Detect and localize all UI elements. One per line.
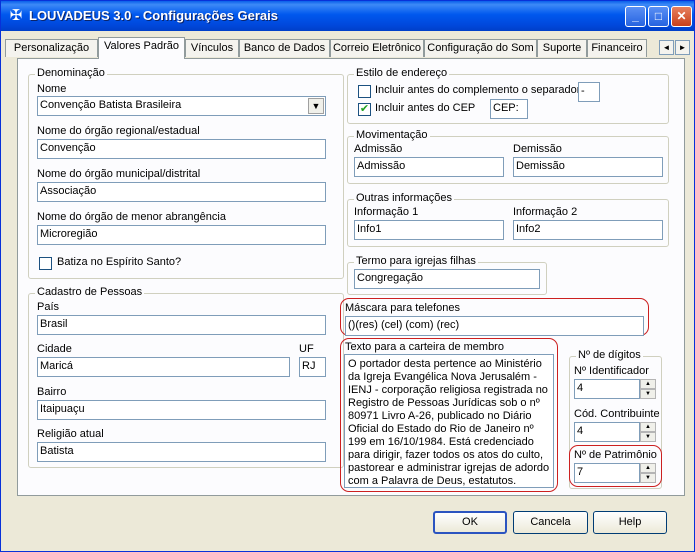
- title-bar[interactable]: ✠ LOUVADEUS 3.0 - Configurações Gerais _…: [1, 1, 694, 31]
- contribuinte-label: Cód. Contribuinte: [574, 408, 660, 420]
- municipal-label: Nome do órgão municipal/distrital: [37, 168, 201, 180]
- info1-label: Informação 1: [354, 206, 419, 218]
- tab-suporte[interactable]: Suporte: [537, 39, 587, 57]
- filhas-legend: Termo para igrejas filhas: [354, 255, 478, 267]
- tab-scroll-left-icon[interactable]: ◄: [659, 40, 674, 55]
- tab-financeiro[interactable]: Financeiro: [587, 39, 647, 57]
- admissao-input[interactable]: Admissão: [354, 157, 504, 177]
- contribuinte-spinner[interactable]: ▲ ▼: [640, 422, 656, 442]
- spin-up-icon[interactable]: ▲: [640, 379, 656, 389]
- nome-label: Nome: [37, 83, 67, 95]
- outras-informacoes-group: Outras informações Informação 1 Info1 In…: [347, 192, 669, 247]
- cep-checkbox[interactable]: ✔: [358, 103, 371, 116]
- uf-input[interactable]: RJ: [299, 357, 326, 377]
- digitos-legend: Nº de dígitos: [576, 349, 643, 361]
- ok-button[interactable]: OK: [433, 511, 507, 534]
- denominacao-legend: Denominação: [35, 67, 107, 79]
- chevron-down-icon[interactable]: ▼: [308, 98, 324, 114]
- maximize-button[interactable]: □: [648, 6, 669, 27]
- denominacao-group: Denominação Nome Convenção Batista Brasi…: [28, 67, 344, 279]
- religiao-input[interactable]: Batista: [37, 442, 326, 462]
- separador-input[interactable]: -: [578, 82, 600, 102]
- tab-valores-padrao[interactable]: Valores Padrão: [98, 37, 185, 59]
- complemento-checkbox[interactable]: [358, 85, 371, 98]
- contribuinte-input[interactable]: 4: [574, 422, 640, 442]
- menor-input[interactable]: Microregião: [37, 225, 326, 245]
- tab-panel-valores-padrao: Denominação Nome Convenção Batista Brasi…: [17, 58, 685, 496]
- cadastro-legend: Cadastro de Pessoas: [35, 286, 145, 298]
- identificador-spinner[interactable]: ▲ ▼: [640, 379, 656, 399]
- cancel-button[interactable]: Cancela: [513, 511, 588, 534]
- bairro-label: Bairro: [37, 386, 67, 398]
- regional-input[interactable]: Convenção: [37, 139, 326, 159]
- municipal-input[interactable]: Associação: [37, 182, 326, 202]
- mascara-input[interactable]: ()(res) (cel) (com) (rec): [345, 316, 644, 336]
- mascara-legend: Máscara para telefones: [345, 302, 460, 314]
- demissao-label: Demissão: [513, 143, 562, 155]
- close-button[interactable]: ✕: [671, 6, 692, 27]
- tab-configuracao-som[interactable]: Configuração do Som: [424, 39, 537, 57]
- cep-input[interactable]: CEP:: [490, 99, 528, 119]
- pais-input[interactable]: Brasil: [37, 315, 326, 335]
- info2-label: Informação 2: [513, 206, 578, 218]
- estilo-legend: Estilo de endereço: [354, 67, 450, 79]
- pais-label: País: [37, 301, 60, 313]
- complemento-label: Incluir antes do complemento o separador: [375, 84, 581, 96]
- tab-vinculos[interactable]: Vínculos: [185, 39, 239, 57]
- nome-select[interactable]: Convenção Batista Brasileira ▼: [37, 96, 326, 116]
- batiza-label: Batiza no Espírito Santo?: [57, 256, 182, 268]
- movimentacao-legend: Movimentação: [354, 129, 430, 141]
- spin-up-icon[interactable]: ▲: [640, 422, 656, 432]
- batiza-checkbox[interactable]: [39, 257, 52, 270]
- spin-down-icon[interactable]: ▼: [640, 432, 656, 442]
- igrejas-filhas-group: Termo para igrejas filhas Congregação: [347, 255, 547, 295]
- uf-label: UF: [299, 343, 314, 355]
- spin-down-icon[interactable]: ▼: [640, 389, 656, 399]
- cep-check-label: Incluir antes do CEP: [375, 102, 476, 114]
- tab-scroll-right-icon[interactable]: ►: [675, 40, 690, 55]
- carteira-textarea[interactable]: O portador desta pertence ao Ministério …: [344, 354, 554, 488]
- demissao-input[interactable]: Demissão: [513, 157, 663, 177]
- patrimonio-highlight: [569, 445, 662, 487]
- carteira-legend: Texto para a carteira de membro: [345, 341, 504, 353]
- window-title: LOUVADEUS 3.0 - Configurações Gerais: [29, 8, 278, 23]
- cidade-label: Cidade: [37, 343, 72, 355]
- identificador-label: Nº Identificador: [574, 365, 649, 377]
- outras-legend: Outras informações: [354, 192, 454, 204]
- estilo-endereco-group: Estilo de endereço Incluir antes do comp…: [347, 67, 669, 124]
- menor-label: Nome do órgão de menor abrangência: [37, 211, 226, 223]
- settings-window: ✠ LOUVADEUS 3.0 - Configurações Gerais _…: [0, 0, 695, 552]
- help-button[interactable]: Help: [593, 511, 667, 534]
- tab-correio-eletronico[interactable]: Correio Eletrônico: [330, 39, 424, 57]
- tab-banco-de-dados[interactable]: Banco de Dados: [239, 39, 330, 57]
- admissao-label: Admissão: [354, 143, 403, 155]
- tab-strip: Personalização Valores Padrão Vínculos B…: [1, 37, 694, 59]
- cadastro-group: Cadastro de Pessoas País Brasil Cidade M…: [28, 286, 344, 468]
- movimentacao-group: Movimentação Admissão Admissão Demissão …: [347, 129, 669, 184]
- info1-input[interactable]: Info1: [354, 220, 504, 240]
- app-icon: ✠: [9, 7, 23, 24]
- nome-value: Convenção Batista Brasileira: [40, 99, 182, 111]
- filhas-input[interactable]: Congregação: [354, 269, 540, 289]
- info2-input[interactable]: Info2: [513, 220, 663, 240]
- cidade-input[interactable]: Maricá: [37, 357, 290, 377]
- identificador-input[interactable]: 4: [574, 379, 640, 399]
- tab-personalizacao[interactable]: Personalização: [5, 39, 98, 57]
- minimize-button[interactable]: _: [625, 6, 646, 27]
- religiao-label: Religião atual: [37, 428, 104, 440]
- bairro-input[interactable]: Itaipuaçu: [37, 400, 326, 420]
- tab-scroll: ◄ ►: [658, 40, 690, 55]
- regional-label: Nome do órgão regional/estadual: [37, 125, 200, 137]
